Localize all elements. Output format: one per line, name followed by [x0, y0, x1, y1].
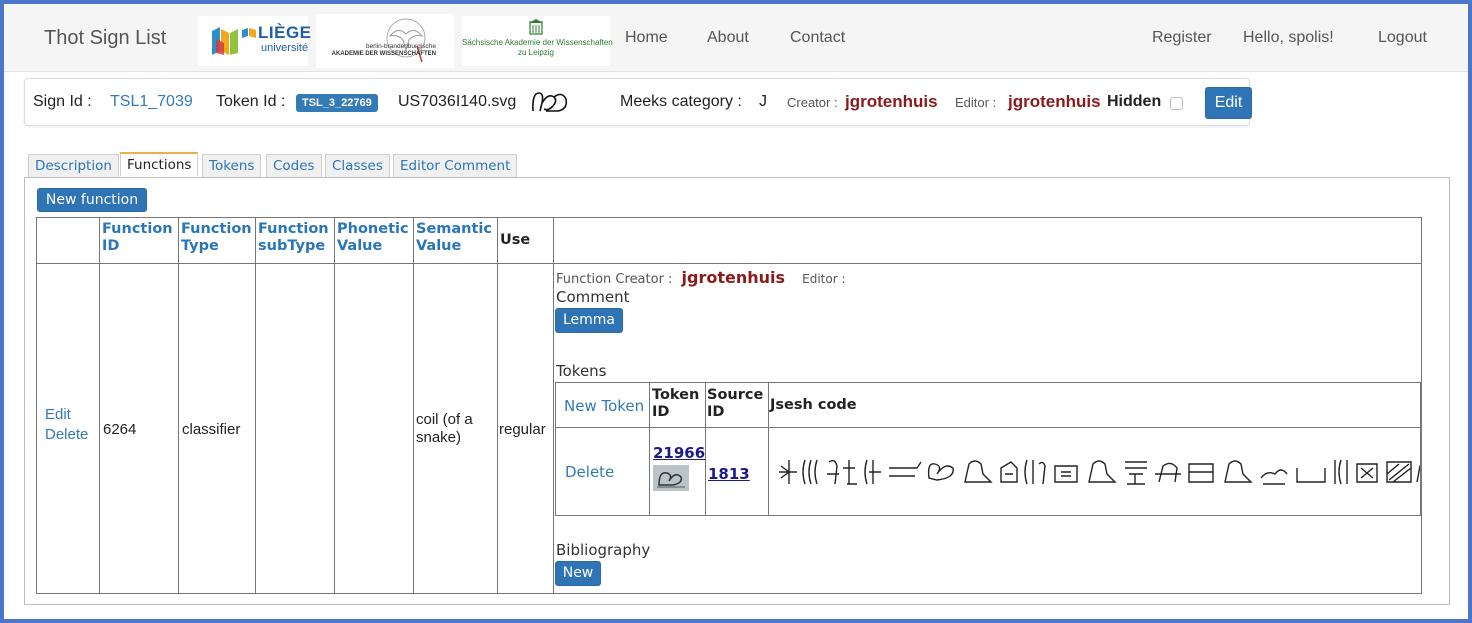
token-id-label: Token Id :	[216, 93, 286, 110]
function-subtype-cell	[255, 263, 335, 594]
header-source-id: Source ID	[705, 382, 769, 428]
delete-token-link[interactable]: Delete	[565, 463, 614, 481]
hieroglyph-sequence-image	[779, 459, 1420, 485]
header-token-id: Token ID	[649, 382, 706, 428]
sign-id-label: Sign Id :	[33, 93, 92, 110]
coiled-snake-glyph-icon	[532, 92, 568, 112]
function-creator-name: jgrotenhuis	[681, 268, 786, 287]
saw-logo-line1: Sächsische Akademie der Wissenschaften	[462, 38, 613, 47]
header-function-id[interactable]: Function ID	[99, 217, 179, 264]
tab-tokens[interactable]: Tokens	[202, 154, 262, 177]
nav-logout-link[interactable]: Logout	[1378, 29, 1427, 47]
saw-leipzig-logo[interactable]: Sächsische Akademie der Wissenschaften z…	[462, 16, 613, 66]
header-function-type[interactable]: Function Type	[178, 217, 256, 264]
bbaw-logo-line1: berlin-brandenburgische	[365, 43, 436, 50]
creator-name: jgrotenhuis	[845, 92, 938, 111]
hidden-label: Hidden	[1107, 93, 1162, 110]
liege-university-logo[interactable]: LIÈGE université	[198, 16, 311, 66]
tab-functions[interactable]: Functions	[120, 152, 199, 176]
saw-logo-line2: zu Leipzig	[517, 48, 555, 57]
function-creator-line: Function Creator : jgrotenhuis Editor :	[556, 268, 846, 287]
token-id-badge: TSL_3_22769	[296, 94, 378, 113]
liege-flag-icon	[242, 28, 256, 38]
new-function-button[interactable]: New function	[37, 188, 147, 212]
new-bibliography-button[interactable]: New	[555, 561, 601, 586]
tab-description[interactable]: Description	[28, 154, 119, 177]
token-thumbnail-image[interactable]	[653, 465, 689, 491]
editor-label: Editor :	[955, 95, 997, 110]
token-actions-cell: Delete	[555, 427, 650, 516]
navbar: Thot Sign List LIÈGE université berlin-b…	[4, 4, 1468, 72]
token-id-link[interactable]: 21966	[653, 444, 705, 462]
liege-logo-subtext: université	[261, 42, 309, 54]
tab-codes[interactable]: Codes	[266, 154, 322, 177]
nav-home-link[interactable]: Home	[625, 29, 668, 47]
jsesh-code-cell	[768, 427, 1421, 516]
nav-contact-link[interactable]: Contact	[790, 29, 845, 47]
tab-classes[interactable]: Classes	[325, 154, 390, 177]
function-type-cell: classifier	[178, 263, 256, 594]
sign-header-panel: Sign Id : TSL1_7039 Token Id : TSL_3_227…	[24, 78, 1252, 126]
bibliography-label: Bibliography	[556, 541, 651, 559]
nav-register-link[interactable]: Register	[1152, 29, 1212, 47]
function-editor-label: Editor :	[802, 272, 846, 286]
bbaw-logo-line2: AKADEMIE DER WISSENSCHAFTEN	[331, 51, 436, 57]
brand-title[interactable]: Thot Sign List	[44, 27, 166, 50]
new-token-cell: New Token	[555, 382, 650, 428]
header-jsesh-code: Jsesh code	[768, 382, 1421, 428]
delete-function-link[interactable]: Delete	[45, 426, 99, 444]
use-cell: regular	[497, 263, 554, 594]
meeks-category-value: J	[759, 93, 767, 110]
edit-sign-button[interactable]: Edit	[1205, 87, 1252, 119]
header-phonetic-value[interactable]: Phonetic Value	[334, 217, 414, 264]
header-details-cell	[553, 217, 1422, 264]
header-use: Use	[497, 217, 554, 264]
liege-logo-icon	[212, 27, 238, 55]
token-id-cell: 21966	[649, 427, 706, 516]
comment-label: Comment	[556, 288, 630, 306]
sign-filename: US7036I140.svg	[398, 93, 517, 110]
function-creator-label: Function Creator :	[556, 272, 673, 287]
meeks-category-label: Meeks category :	[620, 93, 742, 110]
semantic-value-cell: coil (of a snake)	[413, 263, 498, 594]
tab-editor-comment[interactable]: Editor Comment	[393, 154, 518, 177]
building-icon	[529, 19, 543, 35]
bbaw-logo[interactable]: berlin-brandenburgische AKADEMIE DER WIS…	[316, 14, 454, 68]
creator-label: Creator :	[787, 95, 838, 110]
phonetic-value-cell	[334, 263, 414, 594]
edit-function-link[interactable]: Edit	[45, 406, 99, 424]
nav-user-greeting[interactable]: Hello, spolis!	[1243, 29, 1334, 47]
row-actions-cell: Edit Delete	[36, 263, 100, 594]
tokens-label: Tokens	[556, 362, 607, 380]
lemma-button[interactable]: Lemma	[555, 308, 623, 333]
header-semantic-value[interactable]: Semantic Value	[413, 217, 498, 264]
source-id-link[interactable]: 1813	[708, 465, 750, 483]
nav-about-link[interactable]: About	[707, 29, 749, 47]
function-id-cell: 6264	[99, 263, 179, 594]
sign-id-link[interactable]: TSL1_7039	[110, 93, 193, 111]
source-id-cell: 1813	[705, 427, 769, 516]
header-function-subtype[interactable]: Function subType	[255, 217, 335, 264]
editor-name: jgrotenhuis	[1008, 92, 1101, 111]
new-token-link[interactable]: New Token	[564, 397, 644, 415]
liege-logo-text: LIÈGE	[258, 23, 312, 42]
hidden-checkbox[interactable]	[1170, 97, 1183, 110]
header-actions-cell	[36, 217, 100, 264]
